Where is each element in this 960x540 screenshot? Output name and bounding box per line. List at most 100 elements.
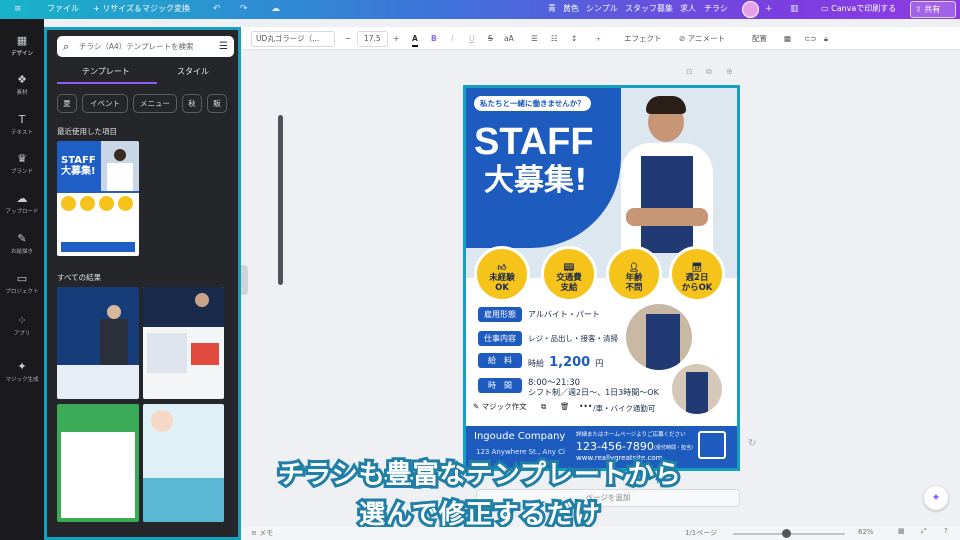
- rail-projects[interactable]: ▭ プロジェクト: [0, 273, 44, 296]
- tab-templates[interactable]: テンプレート: [82, 66, 130, 77]
- recent-template-thumb[interactable]: STAFF 大募集!: [57, 141, 139, 256]
- vertical-text-icon[interactable]: ⫟: [596, 32, 601, 45]
- fullscreen-icon[interactable]: ⤢: [921, 527, 927, 536]
- chip-sales[interactable]: 販: [207, 94, 227, 113]
- rail-magic[interactable]: ✦ マジック生成: [0, 361, 44, 384]
- link-icon[interactable]: ⊂⊃: [804, 32, 817, 45]
- cloud-saved-icon: ☁: [271, 4, 280, 14]
- font-select[interactable]: UD丸ゴラージ（...: [251, 31, 335, 47]
- duplicate-icon[interactable]: ⧉: [541, 398, 546, 415]
- undo-icon[interactable]: ↶: [213, 3, 221, 15]
- collapse-panel-handle[interactable]: [241, 265, 248, 295]
- spacing-icon[interactable]: ↕: [571, 32, 577, 45]
- search-input[interactable]: チラシ（A4）テンプレートを検索: [79, 36, 194, 57]
- chip-autumn[interactable]: 秋: [182, 94, 202, 113]
- rail-elements[interactable]: ❖ 素材: [0, 73, 44, 97]
- badge-line2: からOK: [681, 283, 713, 293]
- share-button[interactable]: ⇪ 共有: [910, 1, 956, 18]
- rail-design[interactable]: ▦ デザイン: [0, 34, 44, 58]
- badge-line1: 年齢: [625, 273, 643, 283]
- thumb-list: [147, 333, 187, 373]
- duplicate-page-icon[interactable]: ⧉: [706, 67, 712, 77]
- position-button[interactable]: 配置: [752, 32, 767, 45]
- delete-icon[interactable]: 🗑︎: [560, 398, 570, 415]
- zoom-level[interactable]: 62%: [858, 528, 874, 536]
- photo-figure: [646, 314, 680, 370]
- add-page-icon[interactable]: ⊕: [726, 67, 733, 76]
- badge-icon: 👍︎: [497, 263, 507, 273]
- italic-icon[interactable]: I: [451, 32, 453, 45]
- rail-draw[interactable]: ✎ お絵描き: [0, 233, 44, 256]
- notes-label: メモ: [259, 529, 274, 537]
- tab-styles[interactable]: スタイル: [177, 66, 209, 77]
- rail-label: アップロード: [5, 209, 39, 215]
- rail-upload[interactable]: ☁ アップロード: [0, 192, 44, 216]
- filter-icon[interactable]: ☰: [219, 36, 228, 57]
- font-size-input[interactable]: 17.5: [357, 31, 388, 47]
- flyer-title-staff: STAFF: [474, 121, 594, 163]
- list-icon[interactable]: ☷: [551, 32, 558, 45]
- case-icon[interactable]: aA: [504, 32, 514, 45]
- analytics-icon[interactable]: ▥: [790, 3, 799, 15]
- template-search[interactable]: ⌕ チラシ（A4）テンプレートを検索 ☰: [57, 36, 234, 57]
- strikethrough-icon[interactable]: S: [488, 32, 493, 45]
- notes-button[interactable]: ≡ メモ: [251, 528, 273, 538]
- apps-icon: ⁘: [17, 314, 27, 327]
- resize-button[interactable]: + リサイズ＆マジック変換: [93, 3, 190, 15]
- print-button[interactable]: ▭ Canvaで印刷する: [817, 1, 900, 18]
- refresh-icon[interactable]: ↻: [748, 438, 756, 449]
- thumb-body: [57, 193, 139, 256]
- chip-event[interactable]: イベント: [82, 94, 128, 113]
- animate-button[interactable]: ⊘ アニメート: [679, 32, 725, 45]
- bold-icon[interactable]: B: [431, 32, 437, 45]
- add-collaborator-icon[interactable]: +: [765, 3, 773, 15]
- more-options-icon[interactable]: •••: [579, 398, 592, 415]
- share-label: 共有: [924, 5, 941, 14]
- row-value-work: レジ・品出し・接客・清掃: [528, 334, 618, 343]
- upload-icon: ☁: [16, 192, 28, 205]
- help-icon[interactable]: ?: [944, 527, 948, 535]
- redo-icon[interactable]: ↷: [240, 3, 248, 15]
- magic-write-button[interactable]: ✎ マジック作文: [473, 398, 527, 415]
- rail-apps[interactable]: ⁘ アプリ: [0, 314, 44, 338]
- status-bar: ≡ メモ 1/1ページ 62% ▦ ⤢ ?: [241, 527, 960, 540]
- underline-icon[interactable]: U: [469, 32, 475, 45]
- magic-assistant-icon[interactable]: ✦: [924, 486, 948, 510]
- effects-button[interactable]: エフェクト: [624, 32, 662, 45]
- thumb-person-head: [107, 305, 121, 319]
- rail-label: プロジェクト: [5, 289, 39, 295]
- thumb-photo: [101, 141, 139, 191]
- align-icon[interactable]: ☰: [531, 32, 538, 45]
- chip-summer[interactable]: 夏: [57, 94, 77, 113]
- thumb-person-head: [195, 293, 209, 307]
- panel-scrollbar[interactable]: [278, 115, 283, 285]
- magic-write-icon: ✎: [473, 402, 482, 411]
- text-color-icon[interactable]: A: [412, 32, 418, 47]
- design-icon: ▦: [16, 34, 28, 47]
- increase-size-icon[interactable]: +: [393, 32, 399, 45]
- phone-number: 123-456-7890: [576, 440, 654, 453]
- tag-4: 求人: [680, 4, 696, 13]
- chip-menu[interactable]: メニュー: [133, 94, 177, 113]
- lock-icon[interactable]: 🔒︎: [824, 32, 828, 45]
- rail-label: 素材: [16, 90, 28, 96]
- template-thumb[interactable]: [143, 287, 224, 399]
- decrease-size-icon[interactable]: −: [345, 32, 351, 45]
- avatar[interactable]: [742, 1, 759, 18]
- file-menu[interactable]: ファイル: [47, 3, 79, 15]
- print-icon: ▭: [821, 4, 832, 13]
- zoom-slider-thumb[interactable]: [782, 529, 791, 538]
- lock-page-icon[interactable]: ⊡: [686, 67, 693, 76]
- elements-icon: ❖: [17, 73, 27, 86]
- transparency-icon[interactable]: ▩: [784, 32, 791, 45]
- grid-view-icon[interactable]: ▦: [898, 527, 905, 535]
- thumb-badge: [61, 196, 76, 211]
- badge-line2: OK: [495, 283, 509, 293]
- template-thumb[interactable]: [57, 287, 139, 399]
- rail-brand[interactable]: ♛ ブランド: [0, 153, 44, 176]
- person-hair: [646, 96, 686, 114]
- share-icon: ⇪: [915, 5, 925, 14]
- magic-write-label: マジック作文: [481, 402, 527, 411]
- rail-text[interactable]: T テキスト: [0, 114, 44, 137]
- menu-icon[interactable]: ≡: [14, 3, 22, 15]
